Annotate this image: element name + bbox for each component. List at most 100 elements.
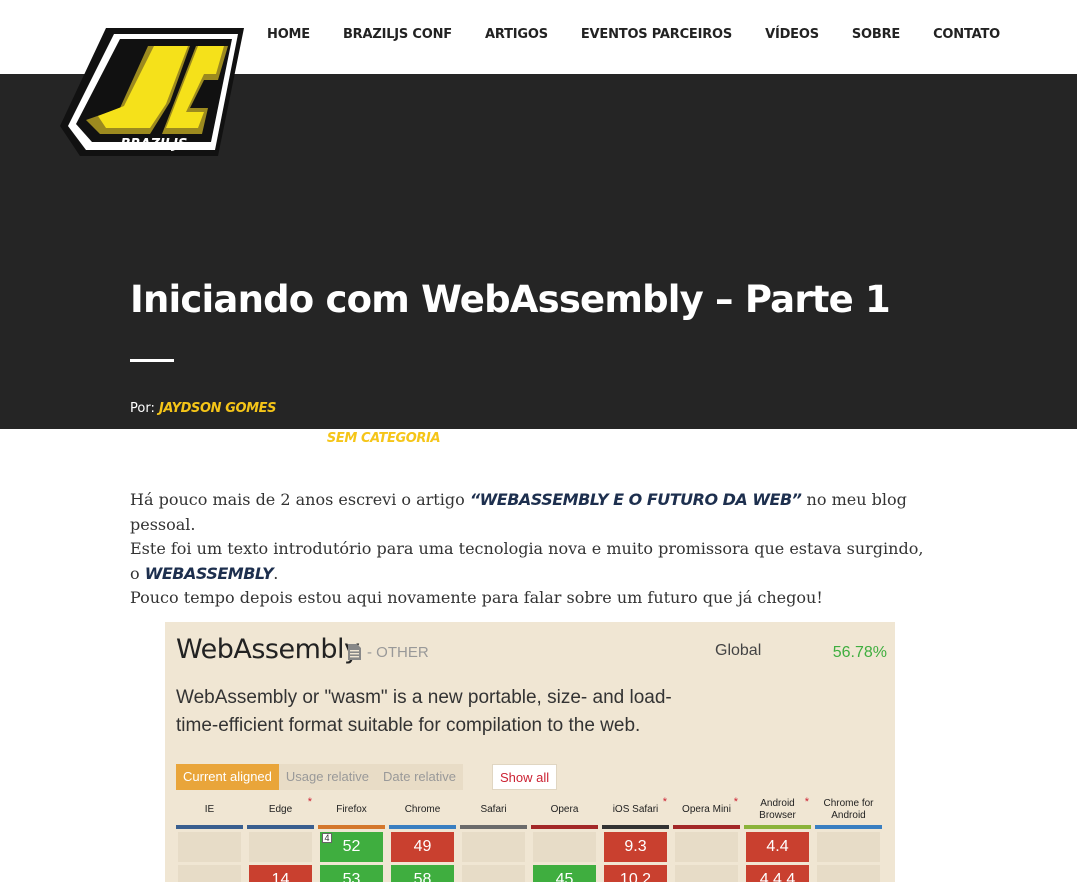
browser-label: iOS Safari: [612, 804, 659, 815]
tab-current-aligned[interactable]: Current aligned: [176, 764, 279, 790]
link-webassembly-futuro[interactable]: “WEBASSEMBLY E O FUTURO DA WEB”: [470, 490, 802, 509]
support-cell[interactable]: 9.3: [604, 832, 667, 862]
support-cell[interactable]: 4.4: [746, 832, 809, 862]
caniuse-description: WebAssembly or "wasm" is a new portable,…: [176, 687, 672, 736]
support-cell[interactable]: [675, 832, 738, 862]
browser-name: Chrome: [389, 796, 456, 824]
version-label: 9.3: [624, 838, 647, 855]
browser-column-safari: Safari: [460, 796, 527, 882]
meta-separator: |: [281, 431, 286, 446]
browser-name: iOS Safari *: [602, 796, 669, 824]
nav-home[interactable]: HOME: [267, 27, 310, 42]
browser-column-android-browser: Android Browser * 4.4 4.4.4: [744, 796, 811, 882]
nav-videos[interactable]: VÍDEOS: [765, 27, 819, 42]
browser-label: Opera: [550, 804, 579, 815]
post-title: Iniciando com WebAssembly – Parte 1: [130, 278, 891, 321]
version-label: 52: [342, 838, 361, 855]
nav-braziljs-conf[interactable]: BRAZILJS CONF: [343, 27, 452, 42]
caniuse-category: - OTHER: [367, 644, 429, 661]
note-asterisk-icon: *: [662, 796, 667, 808]
version-label: 4.4: [766, 838, 789, 855]
browser-column-ie: IE: [176, 796, 243, 882]
browser-color-bar: [673, 825, 740, 829]
support-cell[interactable]: 45: [533, 865, 596, 882]
browser-color-bar: [247, 825, 314, 829]
paragraph-text: .: [273, 563, 279, 583]
support-cell[interactable]: 10.2: [604, 865, 667, 882]
braziljs-logo[interactable]: BRAZILJS: [58, 22, 248, 162]
nav-sobre[interactable]: SOBRE: [852, 27, 900, 42]
browser-label: Edge: [268, 804, 293, 815]
version-label: 10.2: [619, 871, 652, 882]
browser-column-chrome: Chrome 49 58: [389, 796, 456, 882]
global-label: Global: [715, 642, 762, 659]
browser-color-bar: [744, 825, 811, 829]
author-link[interactable]: JAYDSON GOMES: [159, 401, 277, 416]
support-cell[interactable]: [462, 832, 525, 862]
browser-name: Edge *: [247, 796, 314, 824]
caniuse-embed: WebAssembly - OTHER Global 56.78% WebAss…: [165, 622, 895, 882]
support-cell[interactable]: 4.4.4: [746, 865, 809, 882]
article-body: Há pouco mais de 2 anos escrevi o artigo…: [130, 488, 930, 611]
browser-name: Chrome for Android: [815, 796, 882, 824]
browser-label: Chrome: [404, 804, 441, 815]
browser-color-bar: [815, 825, 882, 829]
browser-color-bar: [602, 825, 669, 829]
version-label: 4.4.4: [759, 871, 796, 882]
support-cell[interactable]: 14: [249, 865, 312, 882]
support-cell[interactable]: 4 52: [320, 832, 383, 862]
browser-label: IE: [204, 804, 215, 815]
support-cell[interactable]: [817, 832, 880, 862]
browser-label: Android Browser: [759, 798, 796, 821]
support-cell[interactable]: [817, 865, 880, 882]
link-webassembly[interactable]: WEBASSEMBLY: [145, 564, 274, 583]
browser-name: Android Browser *: [744, 796, 811, 824]
show-all-button[interactable]: Show all: [492, 764, 558, 790]
browser-column-ios-safari: iOS Safari * 9.3 10.2: [602, 796, 669, 882]
version-label: 58: [413, 871, 432, 882]
browser-color-bar: [531, 825, 598, 829]
support-cell[interactable]: 58: [391, 865, 454, 882]
post-date: 21 DE JULHO DE 2017: [130, 431, 274, 446]
browser-name: Opera Mini *: [673, 796, 740, 824]
browser-column-firefox: Firefox 4 52 53: [318, 796, 385, 882]
note-asterisk-icon: *: [733, 796, 738, 808]
category-label: Em:: [293, 428, 323, 446]
version-label: 14: [271, 871, 290, 882]
category-link[interactable]: SEM CATEGORIA: [327, 431, 441, 446]
article-paragraph-2: Este foi um texto introdutório para uma …: [130, 537, 930, 586]
browser-label: Chrome for Android: [823, 798, 874, 821]
nav-contato[interactable]: CONTATO: [933, 27, 1000, 42]
browser-label: Opera Mini: [682, 804, 731, 815]
support-cell[interactable]: [533, 832, 596, 862]
caniuse-title: WebAssembly: [176, 634, 360, 665]
browser-color-bar: [318, 825, 385, 829]
note-asterisk-icon: *: [804, 796, 809, 808]
support-cell[interactable]: [178, 865, 241, 882]
browser-column-edge: Edge * 14: [247, 796, 314, 882]
main-nav: HOME BRAZILJS CONF ARTIGOS EVENTOS PARCE…: [234, 27, 1000, 42]
support-cell[interactable]: [675, 865, 738, 882]
global-percentage: 56.78%: [832, 644, 887, 661]
article-paragraph-3: Pouco tempo depois estou aqui novamente …: [130, 588, 823, 607]
support-cell[interactable]: [178, 832, 241, 862]
browser-color-bar: [389, 825, 456, 829]
tab-date-relative[interactable]: Date relative: [376, 764, 463, 790]
nav-eventos-parceiros[interactable]: EVENTOS PARCEIROS: [581, 27, 732, 42]
logo-text: BRAZILJS: [121, 137, 188, 152]
browser-color-bar: [176, 825, 243, 829]
browser-name: IE: [176, 796, 243, 824]
post-date-line: 21 DE JULHO DE 2017 | Em: SEM CATEGORIA: [130, 428, 441, 446]
article-paragraph-1: Há pouco mais de 2 anos escrevi o artigo…: [130, 488, 930, 537]
support-cell[interactable]: [462, 865, 525, 882]
browser-label: Firefox: [336, 804, 367, 815]
nav-artigos[interactable]: ARTIGOS: [485, 27, 548, 42]
tab-usage-relative[interactable]: Usage relative: [278, 764, 376, 790]
browser-column-opera-mini: Opera Mini *: [673, 796, 740, 882]
support-cell[interactable]: 49: [391, 832, 454, 862]
version-label: 49: [413, 838, 432, 855]
browser-label: Safari: [480, 804, 507, 815]
support-cell[interactable]: [249, 832, 312, 862]
author-label: Por:: [130, 401, 155, 416]
support-cell[interactable]: 53: [320, 865, 383, 882]
